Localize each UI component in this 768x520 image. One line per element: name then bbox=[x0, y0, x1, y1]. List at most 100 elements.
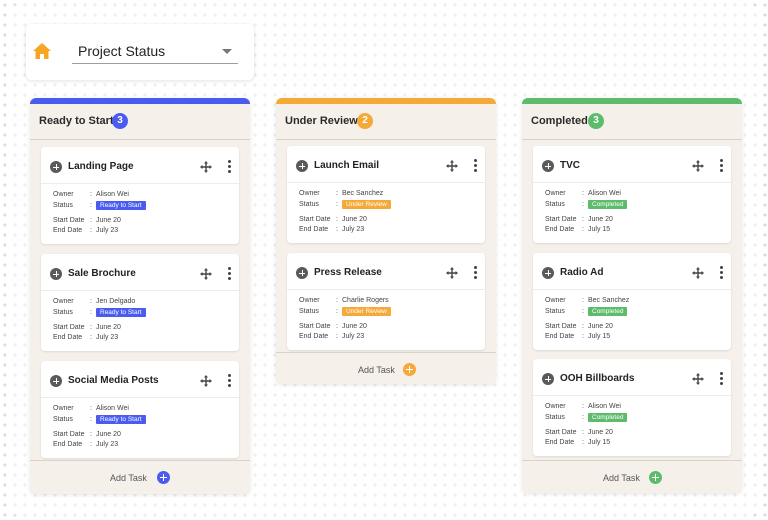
project-toolbar: Project Status bbox=[26, 24, 254, 80]
column-header: Under Review 2 bbox=[276, 104, 496, 140]
task-card[interactable]: Launch Email Owner: Bec Sanchez Status: Un… bbox=[287, 146, 485, 243]
owner-label: Owner bbox=[299, 190, 320, 197]
status-badge: Under Review bbox=[342, 307, 391, 316]
move-icon[interactable] bbox=[446, 267, 458, 279]
more-vertical-icon[interactable] bbox=[473, 159, 477, 173]
plus-circle-icon[interactable] bbox=[50, 268, 62, 280]
column-title: Under Review bbox=[285, 115, 358, 127]
add-task-button[interactable]: Add Task bbox=[276, 352, 496, 384]
plus-circle-icon[interactable] bbox=[542, 373, 554, 385]
more-vertical-icon[interactable] bbox=[719, 372, 723, 386]
end-date-label: End Date bbox=[299, 333, 329, 340]
colon: : bbox=[582, 201, 584, 208]
home-icon[interactable] bbox=[32, 42, 52, 60]
task-card[interactable]: Landing Page Owner: Alison Wei Status: Rea… bbox=[41, 147, 239, 244]
colon: : bbox=[582, 323, 584, 330]
plus-circle-icon[interactable] bbox=[50, 161, 62, 173]
move-icon[interactable] bbox=[200, 268, 212, 280]
card-header: TVC bbox=[533, 146, 731, 183]
card-title: Press Release bbox=[314, 267, 382, 278]
plus-circle-icon[interactable] bbox=[296, 267, 308, 279]
status-badge: Under Review bbox=[342, 200, 391, 209]
owner-value: Alison Wei bbox=[96, 405, 129, 412]
owner-value: Alison Wei bbox=[588, 190, 621, 197]
add-task-button[interactable]: Add Task bbox=[522, 460, 742, 492]
owner-value: Charlie Rogers bbox=[342, 297, 389, 304]
colon: : bbox=[90, 334, 92, 341]
column-title: Ready to Start bbox=[39, 115, 114, 127]
status-label: Status bbox=[53, 309, 73, 316]
status-badge: Ready to Start bbox=[96, 201, 146, 210]
end-date-value: July 15 bbox=[588, 333, 611, 340]
owner-value: Jen Delgado bbox=[96, 298, 136, 305]
more-vertical-icon[interactable] bbox=[473, 266, 477, 280]
colon: : bbox=[90, 324, 92, 331]
move-icon[interactable] bbox=[692, 267, 704, 279]
start-date-value: June 20 bbox=[96, 217, 121, 224]
card-title: TVC bbox=[560, 160, 580, 171]
card-header: OOH Billboards bbox=[533, 359, 731, 396]
task-card[interactable]: TVC Owner: Alison Wei Status: Completed St… bbox=[533, 146, 731, 243]
end-date-value: July 15 bbox=[588, 439, 611, 446]
move-icon[interactable] bbox=[692, 160, 704, 172]
chevron-down-icon bbox=[222, 49, 232, 54]
colon: : bbox=[582, 403, 584, 410]
owner-value: Alison Wei bbox=[96, 191, 129, 198]
status-label: Status bbox=[545, 308, 565, 315]
end-date-label: End Date bbox=[545, 333, 575, 340]
end-date-label: End Date bbox=[53, 227, 83, 234]
status-label: Status bbox=[53, 416, 73, 423]
more-vertical-icon[interactable] bbox=[227, 374, 231, 388]
status-badge: Ready to Start bbox=[96, 308, 146, 317]
colon: : bbox=[336, 216, 338, 223]
owner-label: Owner bbox=[53, 405, 74, 412]
count-badge: 3 bbox=[588, 113, 604, 129]
move-icon[interactable] bbox=[200, 375, 212, 387]
move-icon[interactable] bbox=[200, 161, 212, 173]
owner-label: Owner bbox=[545, 297, 566, 304]
add-task-label: Add Task bbox=[358, 365, 395, 375]
colon: : bbox=[336, 190, 338, 197]
card-title: OOH Billboards bbox=[560, 373, 635, 384]
colon: : bbox=[90, 309, 92, 316]
more-vertical-icon[interactable] bbox=[227, 267, 231, 281]
colon: : bbox=[90, 191, 92, 198]
status-badge: Completed bbox=[588, 307, 628, 316]
more-vertical-icon[interactable] bbox=[719, 159, 723, 173]
task-card[interactable]: Radio Ad Owner: Bec Sanchez Status: Comple… bbox=[533, 253, 731, 350]
task-card[interactable]: Press Release Owner: Charlie Rogers Statu… bbox=[287, 253, 485, 350]
start-date-value: June 20 bbox=[96, 431, 121, 438]
colon: : bbox=[90, 227, 92, 234]
add-task-button[interactable]: Add Task bbox=[30, 460, 250, 492]
card-header: Press Release bbox=[287, 253, 485, 290]
colon: : bbox=[582, 190, 584, 197]
card-title: Sale Brochure bbox=[68, 268, 136, 279]
card-header: Landing Page bbox=[41, 147, 239, 184]
more-vertical-icon[interactable] bbox=[719, 266, 723, 280]
move-icon[interactable] bbox=[446, 160, 458, 172]
task-card[interactable]: OOH Billboards Owner: Alison Wei Status: C… bbox=[533, 359, 731, 456]
end-date-value: July 23 bbox=[342, 333, 365, 340]
colon: : bbox=[336, 308, 338, 315]
task-card[interactable]: Sale Brochure Owner: Jen Delgado Status: R… bbox=[41, 254, 239, 351]
plus-circle-icon[interactable] bbox=[542, 267, 554, 279]
status-label: Status bbox=[545, 201, 565, 208]
colon: : bbox=[336, 323, 338, 330]
start-date-label: Start Date bbox=[299, 323, 331, 330]
plus-circle-icon[interactable] bbox=[50, 375, 62, 387]
plus-circle-icon[interactable] bbox=[296, 160, 308, 172]
plus-circle-icon[interactable] bbox=[542, 160, 554, 172]
colon: : bbox=[90, 217, 92, 224]
colon: : bbox=[582, 308, 584, 315]
owner-label: Owner bbox=[53, 298, 74, 305]
card-header: Radio Ad bbox=[533, 253, 731, 290]
more-vertical-icon[interactable] bbox=[227, 160, 231, 174]
card-header: Social Media Posts bbox=[41, 361, 239, 398]
move-icon[interactable] bbox=[692, 373, 704, 385]
project-select[interactable]: Project Status bbox=[72, 36, 238, 64]
start-date-label: Start Date bbox=[299, 216, 331, 223]
colon: : bbox=[336, 226, 338, 233]
end-date-label: End Date bbox=[545, 439, 575, 446]
owner-label: Owner bbox=[545, 403, 566, 410]
task-card[interactable]: Social Media Posts Owner: Alison Wei Stat… bbox=[41, 361, 239, 458]
